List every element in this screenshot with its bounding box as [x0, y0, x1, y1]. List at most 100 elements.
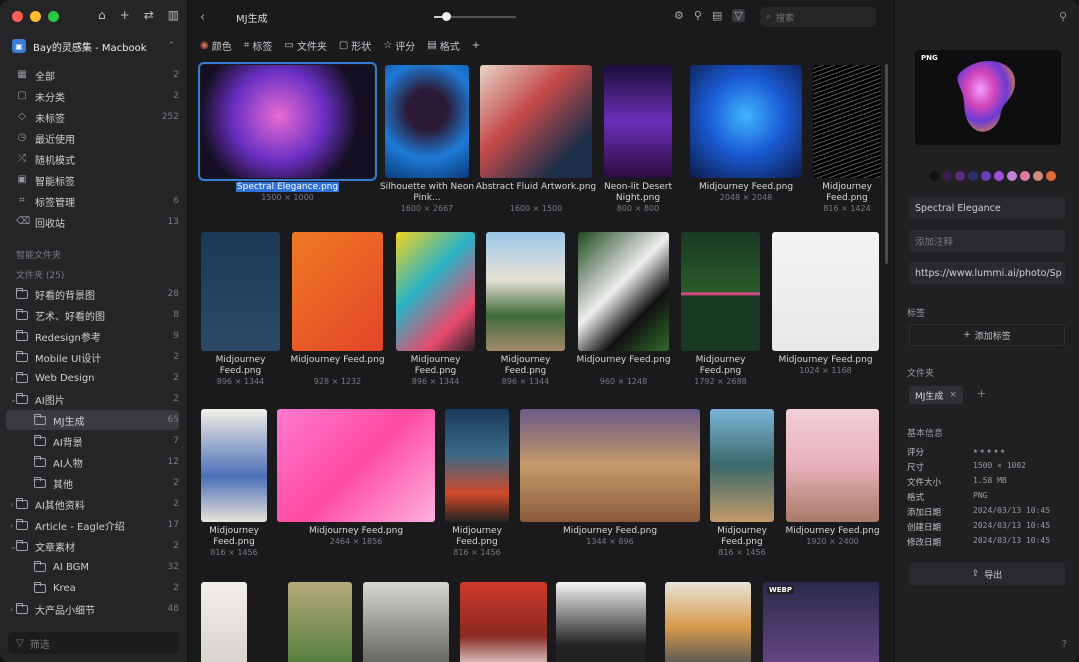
grid-thumbnail[interactable] [292, 232, 383, 351]
add-folder-button[interactable]: + [977, 387, 986, 400]
grid-thumbnail[interactable] [445, 409, 509, 522]
grid-item-name[interactable]: Neon-lit Desert Night.png [598, 182, 678, 204]
grid-thumbnail[interactable] [604, 65, 672, 178]
folder-item-11[interactable]: › Article - Eagle介绍 17 [6, 515, 179, 535]
sidebar-item-5[interactable]: ▣ 智能标签 [6, 170, 179, 190]
color-swatch[interactable] [981, 171, 991, 181]
back-arrow-icon[interactable]: ‹ [200, 10, 205, 25]
sidebar-item-4[interactable]: ⤮ 随机模式 [6, 149, 179, 169]
grid-thumbnail[interactable] [396, 232, 475, 351]
folder-item-2[interactable]: Redesign参考 9 [6, 326, 179, 346]
sidebar-item-2[interactable]: ◇ 未标签 252 [6, 107, 179, 127]
sidebar-item-6[interactable]: ⌗ 标签管理 6 [6, 191, 179, 211]
sync-icon[interactable]: ⇄ [144, 8, 154, 22]
preview-image[interactable]: PNG [915, 50, 1061, 145]
color-swatch[interactable] [955, 171, 965, 181]
grid-item-name[interactable]: Midjourney Feed.png [684, 182, 808, 193]
grid-thumbnail[interactable] [813, 65, 881, 178]
grid-item-name[interactable]: Midjourney Feed.png [572, 355, 675, 366]
folder-item-9[interactable]: 其他 2 [6, 473, 179, 493]
folder-item-8[interactable]: AI人物 12 [6, 452, 179, 472]
grid-thumbnail[interactable] [665, 582, 751, 662]
disclosure-icon[interactable]: › [10, 605, 13, 614]
layout-icon[interactable]: ▤ [712, 9, 722, 22]
grid-item-name[interactable]: Midjourney Feed.png [439, 526, 515, 548]
help-icon[interactable]: ? [1062, 639, 1067, 650]
folder-item-10[interactable]: › AI其他资料 2 [6, 494, 179, 514]
grid-thumbnail[interactable] [710, 409, 774, 522]
grid-item-name[interactable]: Midjourney Feed.png [195, 355, 286, 377]
pin-icon[interactable]: ⚲ [694, 9, 702, 22]
grid-thumbnail[interactable] [363, 582, 449, 662]
grid-thumbnail[interactable] [681, 232, 760, 351]
note-field[interactable]: 添加注释 [909, 230, 1065, 252]
grid-item-name[interactable]: Midjourney Feed.png [286, 355, 389, 366]
close-window-button[interactable] [12, 11, 23, 22]
grid-thumbnail[interactable] [201, 232, 280, 351]
disclosure-icon[interactable]: › [10, 374, 13, 383]
zoom-slider-knob[interactable] [442, 12, 452, 21]
filter-rating[interactable]: ☆ 评分 [383, 38, 415, 53]
grid-thumbnail[interactable] [277, 409, 435, 522]
zoom-window-button[interactable] [48, 11, 59, 22]
smart-folders-heading[interactable]: 智能文件夹 [16, 248, 61, 261]
color-swatch[interactable] [942, 171, 952, 181]
sidebar-filter[interactable]: ▽ 筛选 [8, 632, 179, 654]
color-swatch[interactable] [929, 171, 939, 181]
grid-thumbnail[interactable] [690, 65, 802, 178]
folder-item-1[interactable]: 艺术、好看的图 8 [6, 305, 179, 325]
folder-item-0[interactable]: 好看的背景图 28 [6, 284, 179, 304]
grid-item-name[interactable]: Midjourney Feed.png [390, 355, 481, 377]
filter-color[interactable]: ◉ 颜色 [200, 38, 232, 53]
grid-thumbnail[interactable] [486, 232, 565, 351]
grid-item-name[interactable]: Abstract Fluid Artwork.png [474, 182, 598, 193]
notification-icon[interactable]: ⌂ [98, 8, 106, 22]
grid-thumbnail[interactable] [201, 582, 247, 662]
title-field[interactable]: Spectral Elegance [909, 197, 1065, 219]
sidebar-item-1[interactable]: ▢ 未分类 2 [6, 86, 179, 106]
color-swatch[interactable] [1020, 171, 1030, 181]
grid-thumbnail[interactable] [772, 232, 879, 351]
folder-item-12[interactable]: ⌄ 文章素材 2 [6, 536, 179, 556]
folder-item-5[interactable]: ⌄ AI图片 2 [6, 389, 179, 409]
grid-item-name[interactable]: Midjourney Feed.png [780, 526, 885, 537]
grid-item-name[interactable]: Spectral Elegance.png [195, 182, 380, 193]
color-swatch[interactable] [1033, 171, 1043, 181]
grid-item-name[interactable]: Midjourney Feed.png [514, 526, 706, 537]
pin-icon[interactable]: ⚲ [1059, 10, 1067, 23]
filter-tags[interactable]: ⌗ 标签 [244, 38, 273, 53]
grid-item-name[interactable]: Midjourney Feed.png [704, 526, 780, 548]
grid-thumbnail[interactable] [786, 409, 879, 522]
color-swatch[interactable] [968, 171, 978, 181]
grid-item-name[interactable]: Midjourney Feed.png [271, 526, 441, 537]
grid-item-name[interactable]: Midjourney Feed.png [480, 355, 571, 377]
settings-icon[interactable]: ⚙ [674, 9, 684, 22]
library-switcher[interactable]: ▣ Bay的灵感集 - Macbook ⌃ [12, 36, 175, 56]
grid-thumbnail[interactable] [763, 582, 879, 662]
grid-item-name[interactable]: Midjourney Feed.png [195, 526, 273, 548]
grid-scrollbar[interactable] [885, 64, 888, 264]
search-input[interactable]: ⌕ 搜索 [760, 7, 876, 27]
grid-thumbnail[interactable] [578, 232, 669, 351]
minimize-window-button[interactable] [30, 11, 41, 22]
add-icon[interactable]: + [120, 8, 130, 22]
zoom-slider[interactable] [434, 12, 516, 21]
filter-folder[interactable]: ▭ 文件夹 [284, 38, 326, 53]
add-tag-button[interactable]: + 添加标签 [909, 324, 1065, 346]
grid-item-name[interactable]: Midjourney Feed.png [766, 355, 885, 366]
folder-item-4[interactable]: › Web Design 2 [6, 368, 179, 388]
folder-item-13[interactable]: AI BGM 32 [6, 557, 179, 577]
grid-item-name[interactable]: Midjourney Feed.png [807, 182, 887, 204]
color-swatch[interactable] [1046, 171, 1056, 181]
color-swatch[interactable] [994, 171, 1004, 181]
grid-thumbnail[interactable] [520, 409, 700, 522]
url-field[interactable]: https://www.lummi.ai/photo/Sp [909, 262, 1065, 284]
folder-item-7[interactable]: AI背景 7 [6, 431, 179, 451]
grid-thumbnail[interactable] [480, 65, 592, 178]
filter-format[interactable]: ▤ 格式 [427, 38, 459, 53]
folders-heading[interactable]: 文件夹 (25) [16, 268, 64, 281]
grid-thumbnail[interactable] [288, 582, 352, 662]
folder-item-3[interactable]: Mobile UI设计 2 [6, 347, 179, 367]
sidebar-toggle-icon[interactable]: ▥ [168, 8, 179, 22]
filter-toggle-icon[interactable]: ▽ [732, 9, 745, 22]
